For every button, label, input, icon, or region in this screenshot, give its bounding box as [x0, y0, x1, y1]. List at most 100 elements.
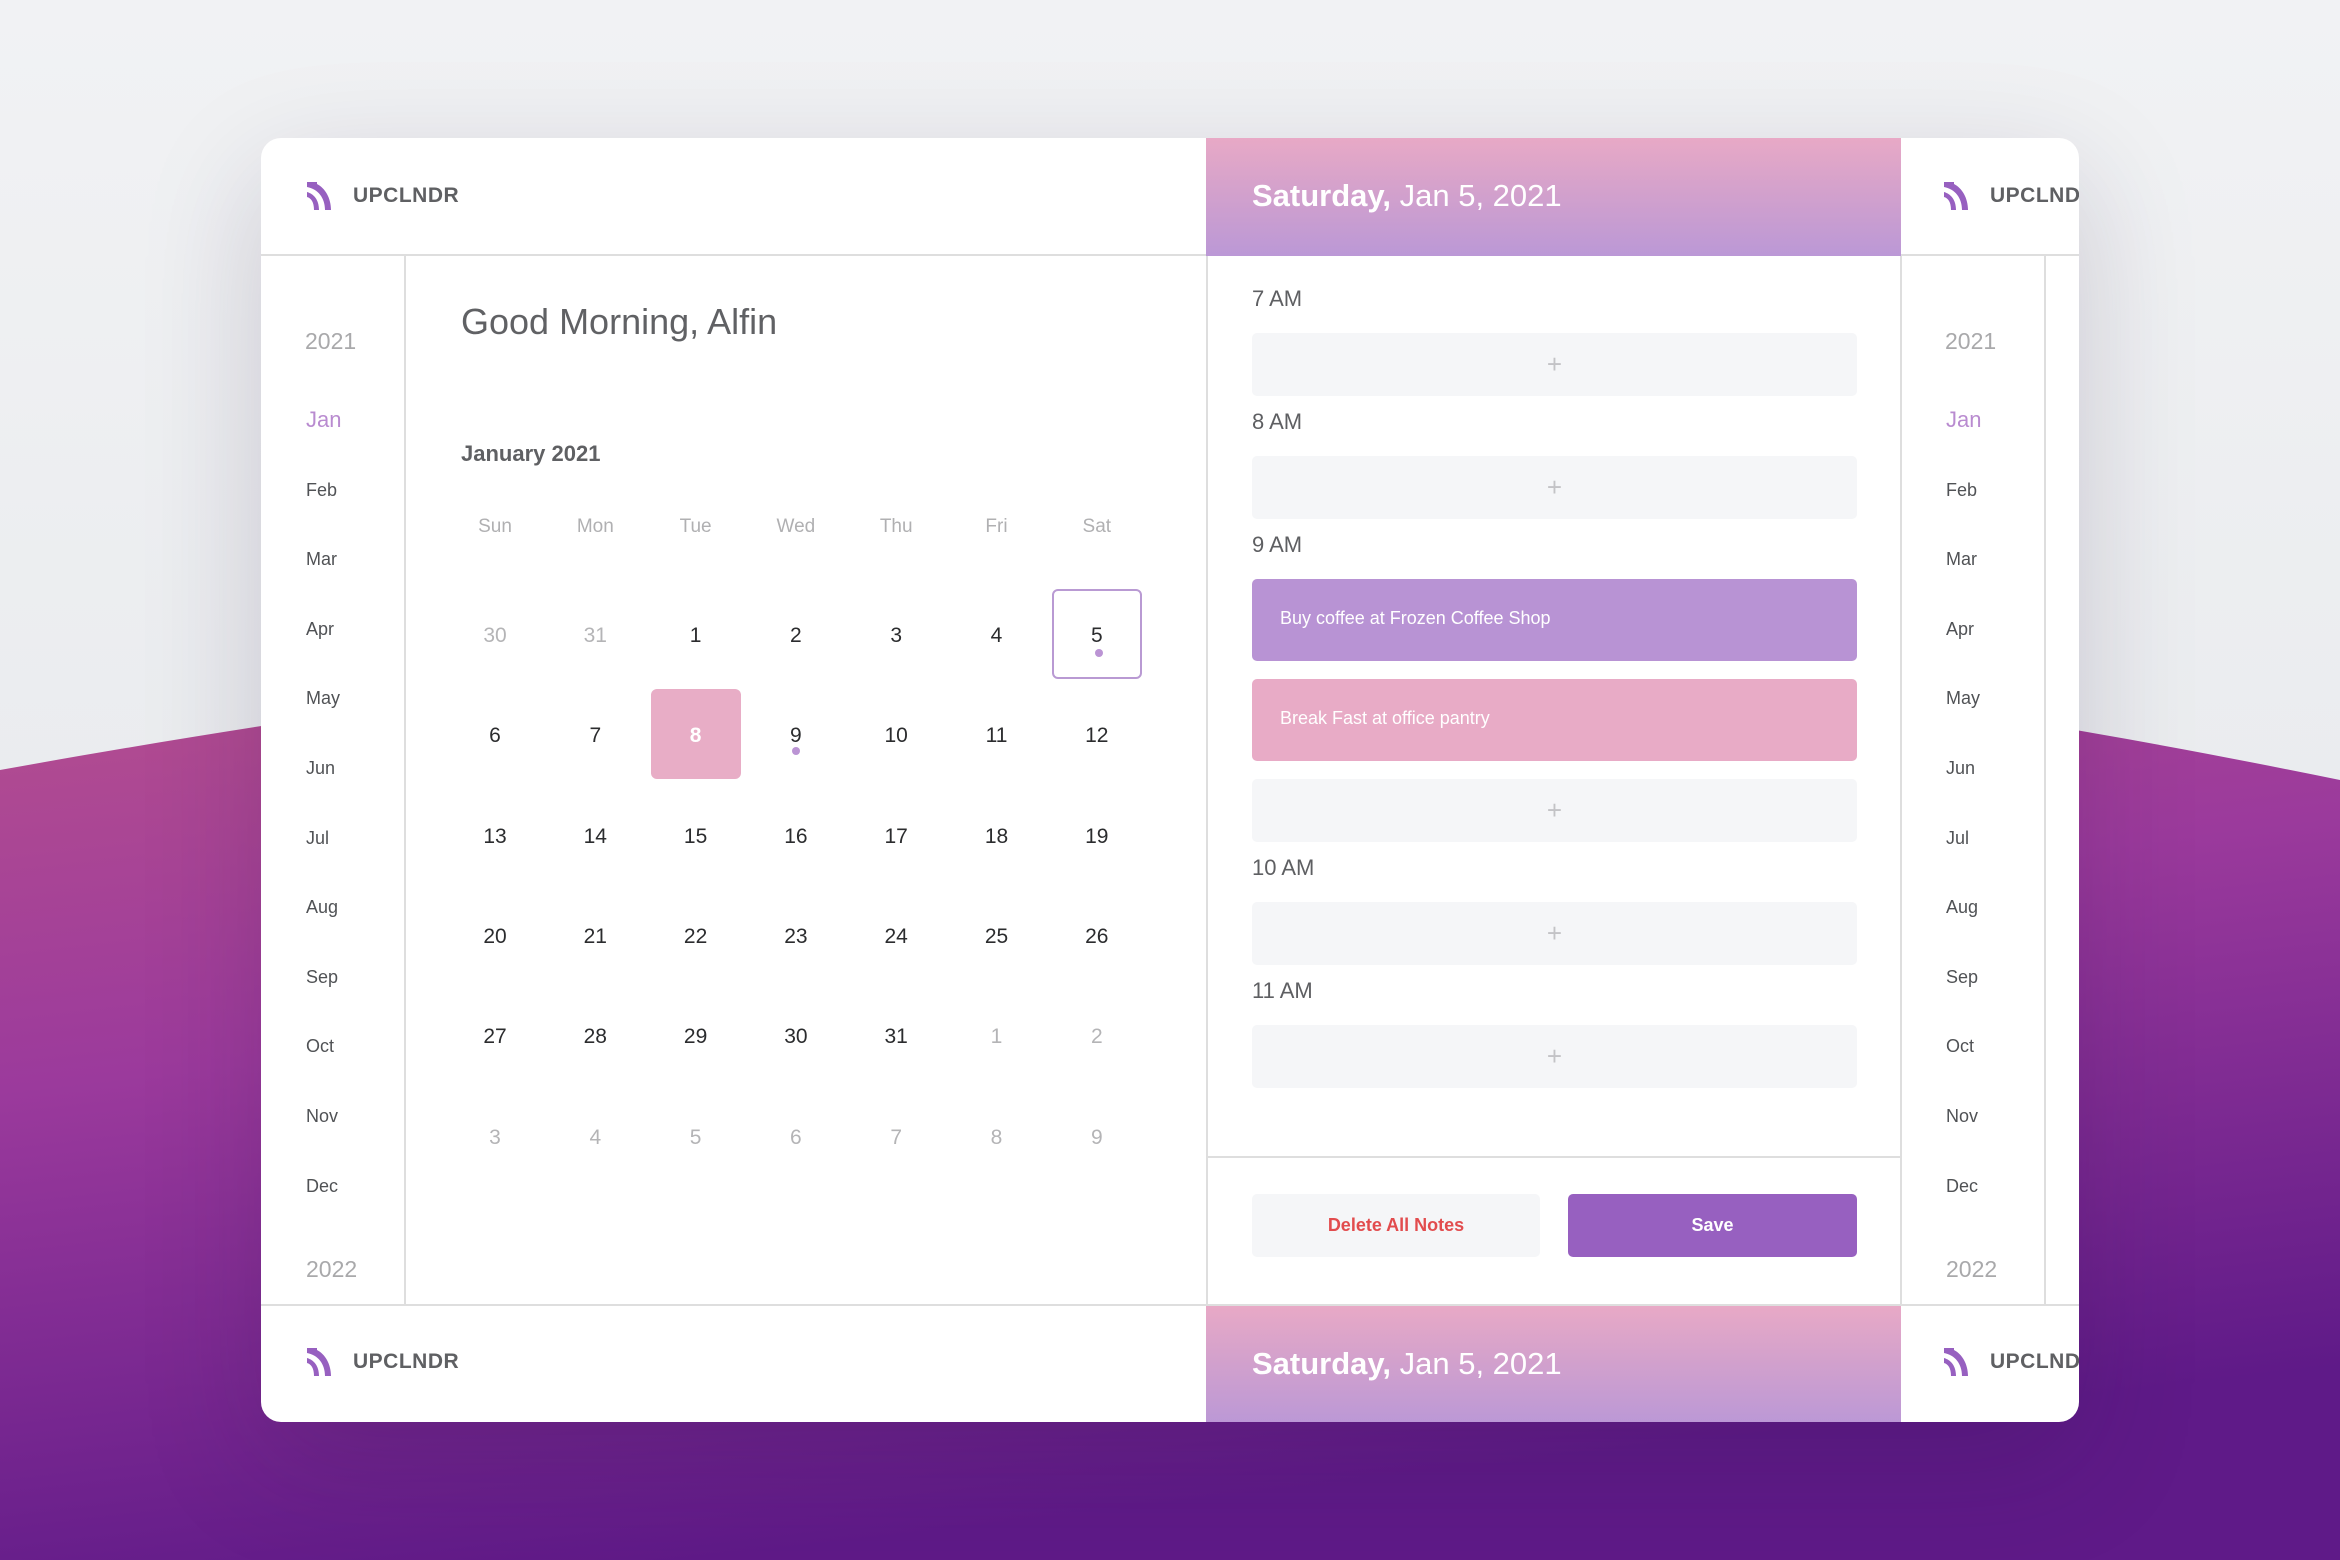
- day-number: 2: [1090, 1025, 1103, 1049]
- calendar-day[interactable]: 3: [450, 1091, 540, 1181]
- calendar-day[interactable]: 12: [1052, 689, 1142, 779]
- plus-icon: +: [1546, 472, 1563, 502]
- day-number: 25: [984, 924, 1009, 948]
- year-2022-label[interactable]: 2022: [1946, 1256, 1997, 1283]
- calendar-day[interactable]: 18: [952, 790, 1042, 880]
- sidebar-month-nov[interactable]: Nov: [306, 1106, 338, 1127]
- calendar-day-today[interactable]: 5: [1051, 589, 1142, 679]
- sidebar-month-apr[interactable]: Apr: [306, 619, 334, 640]
- event-card[interactable]: Buy coffee at Frozen Coffee Shop: [1252, 579, 1857, 661]
- sidebar-month-dec[interactable]: Dec: [306, 1176, 338, 1197]
- event-card[interactable]: Break Fast at office pantry: [1252, 679, 1857, 761]
- calendar-day[interactable]: 16: [751, 790, 841, 880]
- calendar-day[interactable]: 4: [550, 1091, 640, 1181]
- day-number: 28: [583, 1025, 607, 1049]
- calendar-day[interactable]: 10: [851, 689, 941, 779]
- year-2021-label[interactable]: 2021: [1945, 328, 1996, 355]
- calendar-day[interactable]: 22: [651, 890, 741, 980]
- sidebar-month-dec[interactable]: Dec: [1946, 1176, 1978, 1197]
- calendar-day[interactable]: 24: [851, 890, 941, 980]
- calendar-day[interactable]: 23: [751, 890, 841, 980]
- sidebar-month-aug[interactable]: Aug: [1946, 897, 1978, 918]
- sidebar-month-may[interactable]: May: [306, 688, 340, 709]
- add-event-slot[interactable]: +: [1252, 779, 1857, 842]
- sidebar-month-jul[interactable]: Jul: [306, 828, 329, 849]
- brand-duplicate[interactable]: UPCLNDI: [1942, 1346, 2079, 1378]
- calendar-day[interactable]: 30: [751, 990, 841, 1080]
- calendar-day[interactable]: 9: [1052, 1091, 1142, 1181]
- sidebar-month-apr[interactable]: Apr: [1946, 619, 1974, 640]
- calendar-day[interactable]: 25: [952, 890, 1042, 980]
- calendar-day[interactable]: 8: [952, 1091, 1042, 1181]
- calendar-day[interactable]: 17: [851, 790, 941, 880]
- sidebar-month-mar[interactable]: Mar: [1946, 549, 1977, 570]
- year-2022-label[interactable]: 2022: [306, 1256, 357, 1283]
- day-number: 4: [990, 624, 1003, 647]
- brand-duplicate[interactable]: UPCLNDI: [1942, 180, 2079, 212]
- day-number: 31: [583, 624, 607, 647]
- calendar-day[interactable]: 20: [450, 890, 540, 980]
- calendar-day[interactable]: 6: [450, 689, 540, 779]
- brand[interactable]: UPCLNDR: [305, 180, 459, 212]
- sidebar-month-jun[interactable]: Jun: [1946, 758, 1975, 779]
- calendar-day[interactable]: 1: [952, 990, 1042, 1080]
- sidebar-month-jan[interactable]: Jan: [306, 407, 341, 433]
- brand[interactable]: UPCLNDR: [305, 1346, 459, 1378]
- sidebar-month-feb[interactable]: Feb: [306, 480, 337, 501]
- calendar-day[interactable]: 4: [952, 589, 1042, 679]
- sidebar-month-feb[interactable]: Feb: [1946, 480, 1977, 501]
- calendar-day-selected[interactable]: 8: [650, 689, 741, 780]
- calendar-day[interactable]: 2: [1052, 990, 1142, 1080]
- calendar-day[interactable]: 26: [1052, 890, 1142, 980]
- day-schedule[interactable]: 7 AM +8 AM +9 AM Buy coffee at Frozen Coffe…: [1206, 256, 1901, 1156]
- calendar-day[interactable]: 13: [450, 790, 540, 880]
- sidebar-month-aug[interactable]: Aug: [306, 897, 338, 918]
- calendar-day[interactable]: 5: [651, 1091, 741, 1181]
- add-event-slot[interactable]: +: [1252, 1025, 1857, 1088]
- save-button[interactable]: Save: [1568, 1194, 1857, 1257]
- date-header: Saturday, Jan 5, 2021: [1206, 138, 1901, 256]
- calendar-day[interactable]: 30: [450, 589, 540, 679]
- calendar-day[interactable]: 7: [550, 689, 640, 779]
- calendar-day[interactable]: 19: [1052, 790, 1142, 880]
- calendar-day[interactable]: 1: [651, 589, 741, 679]
- calendar-day[interactable]: 29: [651, 990, 741, 1080]
- calendar-day[interactable]: 6: [751, 1091, 841, 1181]
- day-number: 9: [1090, 1125, 1103, 1149]
- calendar-day[interactable]: 28: [550, 990, 640, 1080]
- add-event-slot[interactable]: +: [1252, 333, 1857, 396]
- calendar-day[interactable]: 9: [751, 689, 841, 779]
- calendar-day[interactable]: 3: [851, 589, 941, 679]
- sidebar-month-mar[interactable]: Mar: [306, 549, 337, 570]
- calendar-day[interactable]: 31: [851, 990, 941, 1080]
- sidebar-month-oct[interactable]: Oct: [306, 1036, 334, 1057]
- add-event-slot[interactable]: +: [1252, 902, 1857, 965]
- sidebar-month-jun[interactable]: Jun: [306, 758, 335, 779]
- calendar-day[interactable]: 21: [550, 890, 640, 980]
- calendar-day[interactable]: 31: [550, 589, 640, 679]
- schedule-actions: Delete All Notes Save: [1206, 1156, 1901, 1304]
- day-number: 6: [790, 1125, 802, 1149]
- calendar-day[interactable]: 15: [651, 790, 741, 880]
- delete-all-notes-button[interactable]: Delete All Notes: [1252, 1194, 1540, 1257]
- add-event-slot[interactable]: +: [1252, 456, 1857, 519]
- sidebar-month-jan[interactable]: Jan: [1946, 407, 1981, 433]
- calendar-day[interactable]: 7: [851, 1091, 941, 1181]
- sidebar-month-oct[interactable]: Oct: [1946, 1036, 1974, 1057]
- day-number: 5: [689, 1125, 702, 1149]
- sidebar-month-jul[interactable]: Jul: [1946, 828, 1969, 849]
- calendar-day[interactable]: 27: [450, 990, 540, 1080]
- calendar-day[interactable]: 11: [952, 689, 1042, 779]
- calendar-day[interactable]: 14: [550, 790, 640, 880]
- weekday-label-sat: Sat: [1082, 516, 1112, 537]
- sidebar-month-sep[interactable]: Sep: [306, 967, 338, 988]
- year-2021-label[interactable]: 2021: [305, 328, 356, 355]
- sidebar-month-sep[interactable]: Sep: [1946, 967, 1978, 988]
- calendar-day[interactable]: 2: [751, 589, 841, 679]
- sidebar-month-may[interactable]: May: [1946, 688, 1980, 709]
- day-number: 22: [683, 924, 708, 948]
- day-number: 15: [683, 824, 708, 848]
- day-number: 31: [884, 1025, 908, 1049]
- sidebar-month-nov[interactable]: Nov: [1946, 1106, 1978, 1127]
- day-number: 4: [589, 1125, 602, 1149]
